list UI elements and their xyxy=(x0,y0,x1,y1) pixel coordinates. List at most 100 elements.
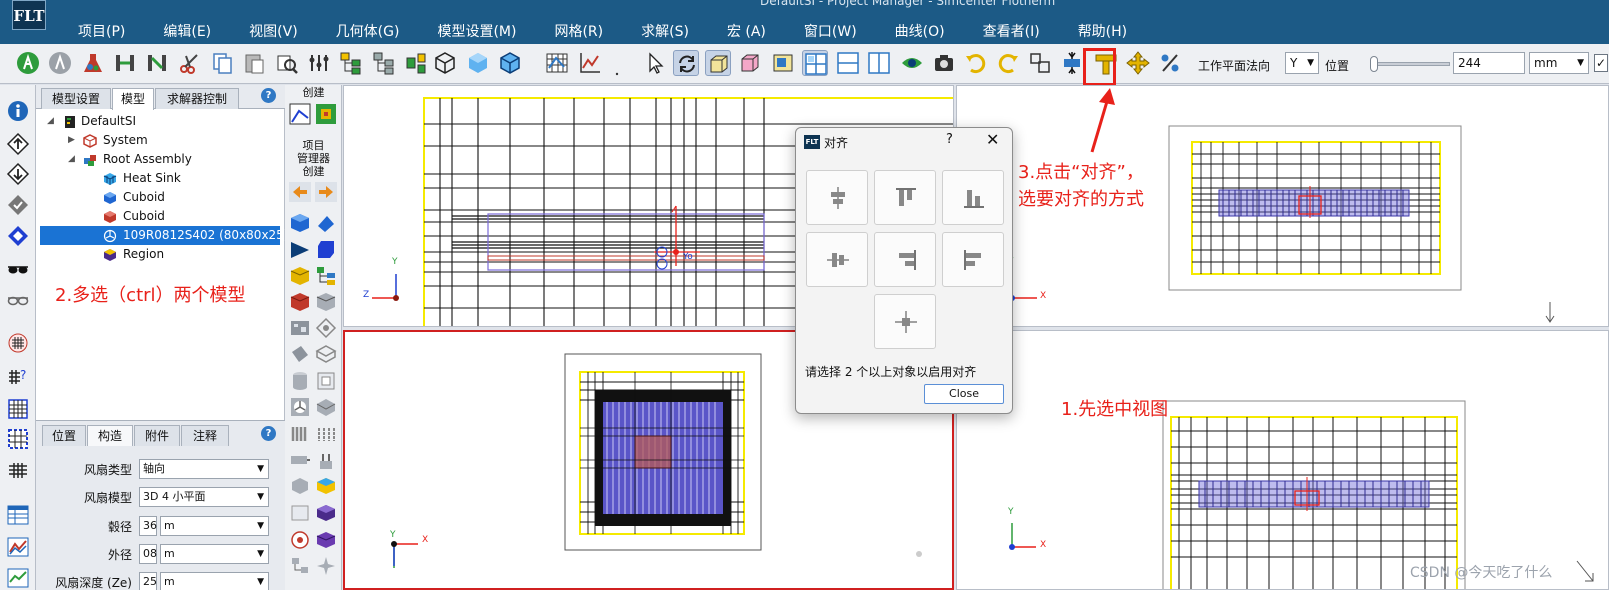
visual-editor-icon[interactable] xyxy=(899,50,925,76)
fins-create-icon[interactable] xyxy=(289,423,311,445)
tab-construction[interactable]: 构造 xyxy=(87,425,133,446)
plot-dropdown-icon[interactable] xyxy=(604,50,619,76)
source-create-icon[interactable] xyxy=(289,265,311,287)
tree-item-cuboid-2[interactable]: Cuboid xyxy=(36,207,285,226)
plot-icon[interactable] xyxy=(577,50,603,76)
tab-attachments[interactable]: 附件 xyxy=(134,425,180,446)
glasses-icon[interactable] xyxy=(6,288,30,312)
heat-pipe-create-icon[interactable] xyxy=(289,449,311,471)
outer-diameter-input[interactable]: 08 xyxy=(139,544,157,564)
back-arrow-icon[interactable] xyxy=(289,181,311,203)
prism-create-icon[interactable] xyxy=(315,212,337,234)
position-input[interactable]: 244 xyxy=(1453,52,1525,74)
fan-depth-unit-select[interactable]: m ▼ xyxy=(160,572,269,590)
grid-display-icon[interactable] xyxy=(544,50,570,76)
profile-plot-icon[interactable] xyxy=(6,535,30,559)
tec-create-icon[interactable] xyxy=(315,449,337,471)
move-up-icon[interactable] xyxy=(6,132,30,156)
move-icon[interactable] xyxy=(1125,50,1151,76)
pins-create-icon[interactable] xyxy=(315,423,337,445)
heat-map-icon[interactable] xyxy=(315,103,337,125)
tree-item-defaultsi[interactable]: ◢ DefaultSI xyxy=(36,112,285,131)
grid-query-icon[interactable]: ? xyxy=(6,365,30,389)
align-top-button[interactable] xyxy=(874,170,936,225)
dialog-help-button[interactable]: ? xyxy=(946,132,953,147)
help-icon[interactable]: ? xyxy=(261,426,276,441)
align-bottom-button[interactable] xyxy=(942,170,1004,225)
component-create-icon[interactable] xyxy=(315,317,337,339)
fan-type-select[interactable]: 轴向 ▼ xyxy=(139,459,269,479)
collapse-icon[interactable] xyxy=(403,50,429,76)
hierarchy-icon[interactable] xyxy=(371,50,397,76)
find-icon[interactable] xyxy=(274,50,300,76)
tree-item-root-assembly[interactable]: ◢ Root Assembly xyxy=(36,150,285,169)
hub-diameter-unit-select[interactable]: m ▼ xyxy=(160,516,269,536)
source-cube-icon[interactable] xyxy=(315,529,337,551)
wedge-create-icon[interactable] xyxy=(289,238,311,260)
close-button[interactable]: Close xyxy=(924,384,1004,404)
pcb-create-icon[interactable] xyxy=(289,317,311,339)
table-icon[interactable] xyxy=(6,503,30,527)
stop-icon[interactable] xyxy=(47,50,73,76)
tree-item-heat-sink[interactable]: Heat Sink xyxy=(36,169,285,188)
hub-diameter-input[interactable]: 36 xyxy=(139,516,157,536)
tab-model-setup[interactable]: 模型设置 xyxy=(41,88,111,109)
menu-viewer[interactable]: 查看者(I) xyxy=(983,22,1040,44)
align-icon[interactable] xyxy=(1059,50,1085,76)
menu-model-setup[interactable]: 模型设置(M) xyxy=(437,22,516,44)
region-create-icon[interactable] xyxy=(315,502,337,524)
expand-arrow-icon[interactable]: ▶ xyxy=(68,131,75,150)
run-icon[interactable] xyxy=(15,50,41,76)
tab-solver-control[interactable]: 求解器控制 xyxy=(155,88,239,109)
assembly-tree-icon[interactable] xyxy=(338,50,364,76)
cuboid-create-icon[interactable] xyxy=(289,212,311,234)
network-create-icon[interactable] xyxy=(289,555,311,577)
align-right-button[interactable] xyxy=(874,232,936,287)
redo-icon[interactable] xyxy=(995,50,1021,76)
tree-item-fan[interactable]: 109R0812S402 (80x80x25) xyxy=(40,226,289,245)
two-views-h-icon[interactable] xyxy=(835,50,861,76)
outline-view-icon[interactable] xyxy=(497,50,523,76)
fan-depth-input[interactable]: 25 xyxy=(139,572,157,590)
wireframe-icon[interactable] xyxy=(432,50,458,76)
grid-fine-icon[interactable] xyxy=(6,397,30,421)
mesh-edit-icon[interactable] xyxy=(6,331,30,355)
hollow-create-icon[interactable] xyxy=(315,343,337,365)
tab-position[interactable]: 位置 xyxy=(42,425,86,446)
block-create-icon[interactable] xyxy=(315,238,337,260)
forward-arrow-icon[interactable] xyxy=(315,181,337,203)
menu-grid[interactable]: 网格(R) xyxy=(554,22,603,44)
tab-notes[interactable]: 注释 xyxy=(181,425,229,446)
solid-view-icon[interactable] xyxy=(465,50,491,76)
monitor-point-icon[interactable] xyxy=(289,103,311,125)
menu-help[interactable]: 帮助(H) xyxy=(1078,22,1127,44)
transform-icon[interactable] xyxy=(1027,50,1053,76)
menu-geometry[interactable]: 几何体(G) xyxy=(336,22,400,44)
enclosure-create-icon[interactable] xyxy=(315,291,337,313)
rotate-icon[interactable] xyxy=(673,50,699,76)
attributes-icon[interactable] xyxy=(306,50,332,76)
align-left-button[interactable] xyxy=(942,232,1004,287)
tab-model[interactable]: 模型 xyxy=(112,88,154,110)
percent-icon[interactable] xyxy=(1157,50,1183,76)
sunglasses-icon[interactable] xyxy=(6,257,30,281)
move-down-icon[interactable] xyxy=(6,162,30,186)
camera-icon[interactable] xyxy=(931,50,957,76)
menu-edit[interactable]: 编辑(E) xyxy=(163,22,211,44)
tree-item-region[interactable]: Region xyxy=(36,245,285,264)
copy-icon[interactable] xyxy=(209,50,235,76)
menu-solve[interactable]: 求解(S) xyxy=(641,22,689,44)
tree-item-cuboid-1[interactable]: Cuboid xyxy=(36,188,285,207)
menu-macro[interactable]: 宏 (A) xyxy=(727,22,766,44)
resistance-create-icon[interactable] xyxy=(289,291,311,313)
workplane-select[interactable]: Y ▼ xyxy=(1285,52,1319,74)
align-center-x-button[interactable] xyxy=(806,170,868,225)
collapse-arrow-icon[interactable]: ◢ xyxy=(47,112,54,131)
paste-icon[interactable] xyxy=(241,50,267,76)
perforated-create-icon[interactable] xyxy=(289,475,311,497)
sheet-create-icon[interactable] xyxy=(289,502,311,524)
merge-icon[interactable] xyxy=(144,50,170,76)
position-slider-handle[interactable] xyxy=(1370,56,1378,72)
outer-diameter-unit-select[interactable]: m ▼ xyxy=(160,544,269,564)
apply-checkbox[interactable]: ✓ xyxy=(1594,54,1608,72)
